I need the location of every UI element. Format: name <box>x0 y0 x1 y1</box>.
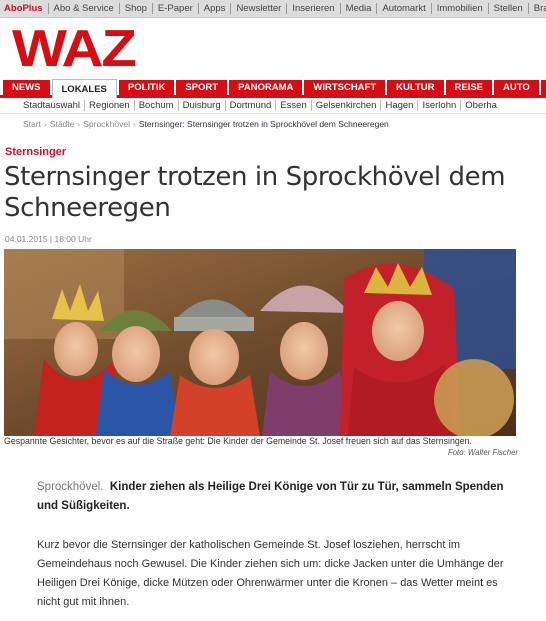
photo-credit: Foto: Walter Fischer <box>447 448 518 457</box>
topbar-link-epaper[interactable]: E-Paper <box>151 3 198 14</box>
topbar-link-inserieren[interactable]: Inserieren <box>286 3 339 14</box>
topbar-link-newsletter[interactable]: Newsletter <box>230 3 286 14</box>
topbar-link-immobilien[interactable]: Immobilien <box>430 3 488 14</box>
subnav-item-regionen[interactable]: Regionen <box>84 100 134 111</box>
topbar-link-aboplus[interactable]: AboPlus <box>0 3 48 14</box>
waz-logo[interactable]: WAZ <box>12 20 142 78</box>
breadcrumb-current: Sternsinger: Sternsinger trotzen in Spro… <box>138 119 389 129</box>
photo-children-sternsinger <box>4 249 516 436</box>
breadcrumb-separator: › <box>43 119 47 129</box>
nav-tab-sport[interactable]: SPORT <box>176 80 228 95</box>
article-headline: Sternsinger trotzen in Sprockhövel dem S… <box>4 162 506 223</box>
main-nav: NEWS LOKALES POLITIK SPORT PANORAMA WIRT… <box>0 79 546 98</box>
subnav-item-oberhausen[interactable]: Oberha <box>460 100 501 111</box>
article-photo[interactable] <box>4 249 516 436</box>
breadcrumb: Start › Städte › Sprockhövel › Sternsing… <box>23 118 389 130</box>
subnav-item-essen[interactable]: Essen <box>275 100 310 111</box>
breadcrumb-separator: › <box>133 119 136 129</box>
logo-text: WAZ <box>12 20 137 78</box>
nav-tab-panorama[interactable]: PANORAMA <box>229 80 303 95</box>
article-kicker: Sternsinger <box>5 146 67 158</box>
article-location: Sprockhövel. <box>37 481 104 493</box>
nav-tab-auto[interactable]: AUTO <box>494 80 539 95</box>
article-lead: Sprockhövel. Kinder ziehen als Heilige D… <box>37 478 507 516</box>
article-body: Kurz bevor die Sternsinger der katholisc… <box>37 539 504 608</box>
service-bar: AboPlus Abo & Service Shop E-Paper Apps … <box>0 0 546 18</box>
subnav-item-hagen[interactable]: Hagen <box>380 100 417 111</box>
subnav-item-duisburg[interactable]: Duisburg <box>177 100 225 111</box>
nav-tab-reise[interactable]: REISE <box>445 80 493 95</box>
topbar-link-apps[interactable]: Apps <box>197 3 231 14</box>
subnav-item-bochum[interactable]: Bochum <box>133 100 178 111</box>
article-teaser: Kinder ziehen als Heilige Drei Könige vo… <box>37 481 504 512</box>
nav-tab-wirtschaft[interactable]: WIRTSCHAFT <box>304 80 386 95</box>
nav-tab-more[interactable]: R <box>540 80 546 95</box>
breadcrumb-staedte[interactable]: Städte <box>50 119 75 129</box>
nav-tab-politik[interactable]: POLITIK <box>118 80 175 95</box>
subnav-item-iserlohn[interactable]: Iserlohn <box>417 100 460 111</box>
topbar-link-automarkt[interactable]: Automarkt <box>376 3 430 14</box>
topbar-link-shop[interactable]: Shop <box>118 3 152 14</box>
subnav-item-dortmund[interactable]: Dortmund <box>224 100 276 111</box>
subnav-item-stadtauswahl[interactable]: Stadtauswahl <box>23 100 84 111</box>
topbar-link-stellen[interactable]: Stellen <box>487 3 528 14</box>
breadcrumb-start[interactable]: Start <box>23 119 41 129</box>
topbar-link-abo-service[interactable]: Abo & Service <box>47 3 119 14</box>
breadcrumb-separator: › <box>77 119 81 129</box>
photo-caption: Gespannte Gesichter, bevor es auf die St… <box>4 436 472 446</box>
subnav-item-gelsenkirchen[interactable]: Gelsenkirchen <box>310 100 381 111</box>
topbar-link-media[interactable]: Media <box>339 3 377 14</box>
nav-tab-news[interactable]: NEWS <box>3 80 50 95</box>
nav-tab-lokales[interactable]: LOKALES <box>51 79 117 98</box>
nav-tab-kultur[interactable]: KULTUR <box>387 80 444 95</box>
city-subnav: Stadtauswahl Regionen Bochum Duisburg Do… <box>0 98 546 114</box>
breadcrumb-sprockhoevel[interactable]: Sprockhövel <box>83 119 130 129</box>
article-date: 04.01.2015 | 18:00 Uhr <box>5 234 92 244</box>
topbar-link-more[interactable]: Bra <box>527 3 546 14</box>
